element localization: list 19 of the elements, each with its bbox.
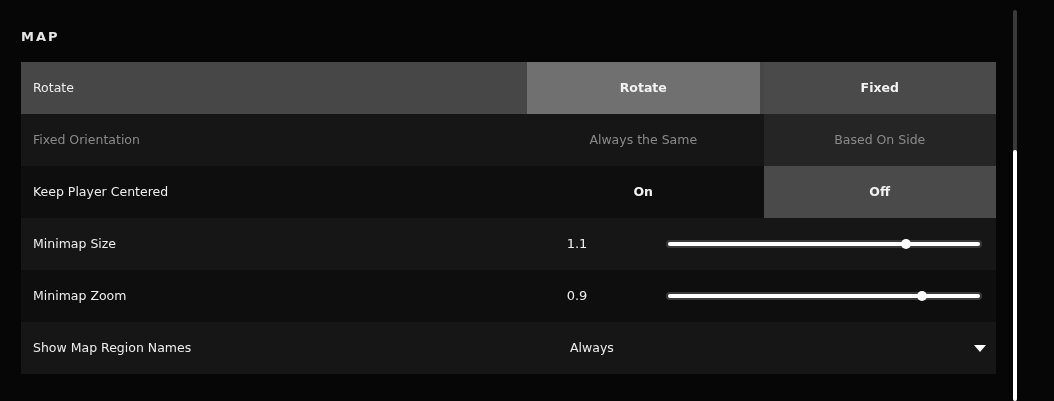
option-button[interactable]: Off: [763, 166, 996, 218]
setting-label: Minimap Zoom: [33, 286, 127, 305]
setting-label: Keep Player Centered: [33, 182, 169, 201]
slider-track[interactable]: [666, 240, 982, 248]
setting-label: Fixed Orientation: [33, 130, 140, 149]
scrollbar-thumb[interactable]: [1013, 150, 1017, 401]
slider-track[interactable]: [666, 292, 982, 300]
slider-thumb[interactable]: [916, 291, 927, 301]
option-button[interactable]: Rotate: [527, 62, 760, 114]
slider-value: 1.1: [565, 235, 589, 254]
option-button[interactable]: On: [527, 166, 760, 218]
dropdown[interactable]: Always: [527, 322, 996, 374]
setting-label: Rotate: [33, 78, 74, 97]
slider-value: 0.9: [565, 287, 589, 306]
setting-label: Show Map Region Names: [33, 338, 192, 357]
section-title: MAP: [21, 28, 61, 46]
caret-icon: [974, 344, 986, 352]
setting-label: Minimap Size: [33, 234, 117, 253]
slider-thumb[interactable]: [901, 239, 912, 249]
